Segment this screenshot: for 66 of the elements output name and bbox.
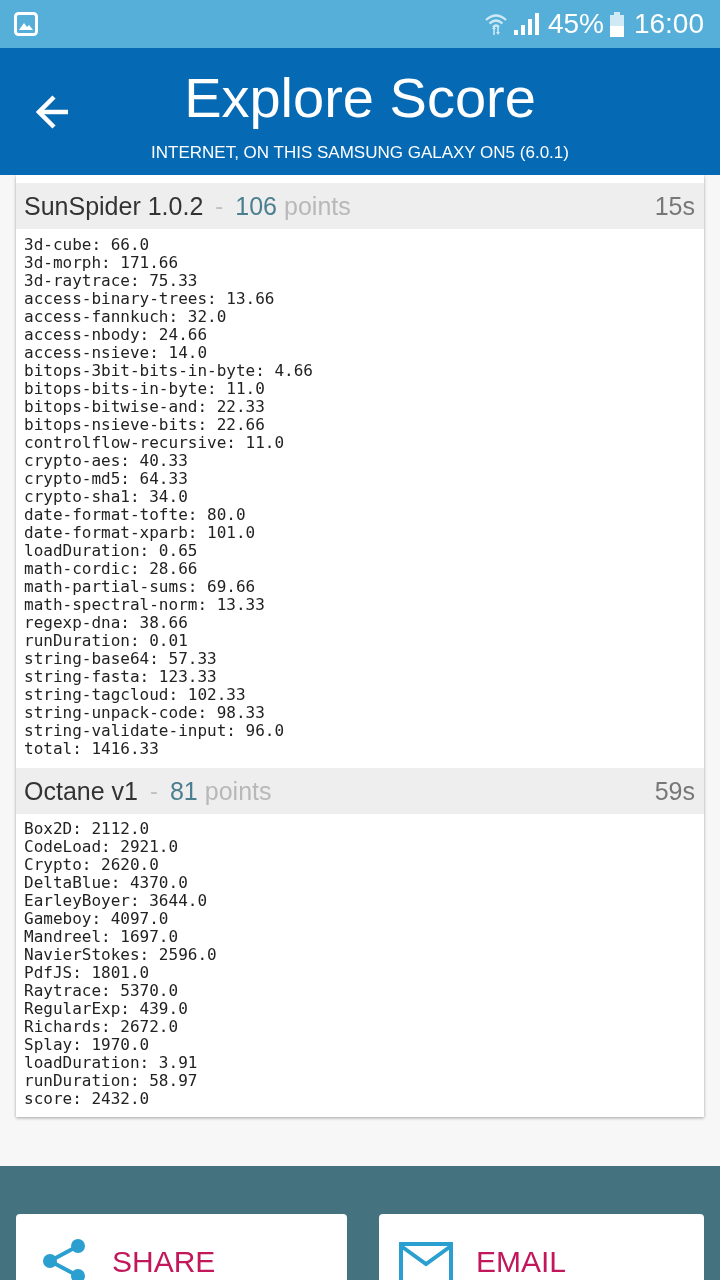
result-line: Raytrace: 5370.0 — [24, 982, 179, 1000]
result-line: score: 2432.0 — [24, 1090, 150, 1108]
battery-percent: 45% — [547, 8, 604, 40]
battery-icon — [609, 11, 624, 37]
result-line: string-fasta: 123.33 — [24, 668, 217, 686]
result-line: access-fannkuch: 32.0 — [24, 308, 227, 326]
result-line: runDuration: 0.01 — [24, 632, 188, 650]
signal-icon — [513, 13, 540, 35]
result-line: Splay: 1970.0 — [24, 1036, 150, 1054]
result-line: Mandreel: 1697.0 — [24, 928, 179, 946]
separator-dash: - — [149, 776, 158, 806]
result-line: runDuration: 58.97 — [24, 1072, 198, 1090]
result-line: string-base64: 57.33 — [24, 650, 217, 668]
result-line: access-nbody: 24.66 — [24, 326, 208, 344]
clock-time: 16:00 — [633, 8, 704, 40]
result-line: math-cordic: 28.66 — [24, 560, 198, 578]
email-button[interactable]: EMAIL — [379, 1214, 704, 1280]
result-line: controlflow-recursive: 11.0 — [24, 434, 285, 452]
result-line: crypto-aes: 40.33 — [24, 452, 188, 470]
result-line: math-spectral-norm: 13.33 — [24, 596, 265, 614]
result-line: PdfJS: 1801.0 — [24, 964, 150, 982]
result-line: Richards: 2672.0 — [24, 1018, 179, 1036]
back-button[interactable] — [36, 95, 68, 129]
result-line: bitops-3bit-bits-in-byte: 4.66 — [24, 362, 313, 380]
result-line: CodeLoad: 2921.0 — [24, 838, 179, 856]
result-line: loadDuration: 0.65 — [24, 542, 198, 560]
duration-label: 15s — [654, 191, 695, 221]
result-line: string-unpack-code: 98.33 — [24, 704, 265, 722]
result-line: string-tagcloud: 102.33 — [24, 686, 246, 704]
result-line: NavierStokes: 2596.0 — [24, 946, 217, 964]
result-line: RegularExp: 439.0 — [24, 1000, 188, 1018]
result-line: 3d-morph: 171.66 — [24, 254, 179, 272]
result-line: bitops-nsieve-bits: 22.66 — [24, 416, 265, 434]
share-icon — [42, 1238, 86, 1280]
result-line: Box2D: 2112.0 — [24, 820, 150, 838]
result-line: crypto-sha1: 34.0 — [24, 488, 188, 506]
result-line: total: 1416.33 — [24, 740, 159, 758]
score-value: 81 — [169, 776, 198, 806]
result-line: date-format-tofte: 80.0 — [24, 506, 246, 524]
share-button[interactable]: SHARE — [16, 1214, 347, 1280]
benchmark-name: SunSpider 1.0.2 — [24, 191, 204, 221]
result-line: date-format-xparb: 101.0 — [24, 524, 256, 542]
result-line: string-validate-input: 96.0 — [24, 722, 285, 740]
result-line: access-nsieve: 14.0 — [24, 344, 208, 362]
result-line: 3d-raytrace: 75.33 — [24, 272, 198, 290]
result-line: 3d-cube: 66.0 — [24, 236, 150, 254]
page-subtitle: INTERNET, ON THIS SAMSUNG GALAXY ON5 (6.0.1) — [151, 143, 569, 163]
duration-label: 59s — [654, 776, 695, 806]
result-line: crypto-md5: 64.33 — [24, 470, 188, 488]
result-line: Gameboy: 4097.0 — [24, 910, 169, 928]
benchmark-name: Octane v1 — [24, 776, 138, 806]
page-title: Explore Score — [184, 66, 536, 130]
result-line: access-binary-trees: 13.66 — [24, 290, 275, 308]
wifi-icon — [483, 12, 508, 36]
score-value: 106 — [235, 191, 277, 221]
result-line: loadDuration: 3.91 — [24, 1054, 198, 1072]
result-line: regexp-dna: 38.66 — [24, 614, 188, 632]
result-line: EarleyBoyer: 3644.0 — [24, 892, 208, 910]
result-line: bitops-bitwise-and: 22.33 — [24, 398, 265, 416]
email-icon — [399, 1242, 453, 1280]
result-line: Crypto: 2620.0 — [24, 856, 159, 874]
result-line: math-partial-sums: 69.66 — [24, 578, 256, 596]
gallery-icon — [14, 12, 38, 36]
separator-dash: - — [215, 191, 224, 221]
result-line: DeltaBlue: 4370.0 — [24, 874, 188, 892]
result-line: bitops-bits-in-byte: 11.0 — [24, 380, 265, 398]
